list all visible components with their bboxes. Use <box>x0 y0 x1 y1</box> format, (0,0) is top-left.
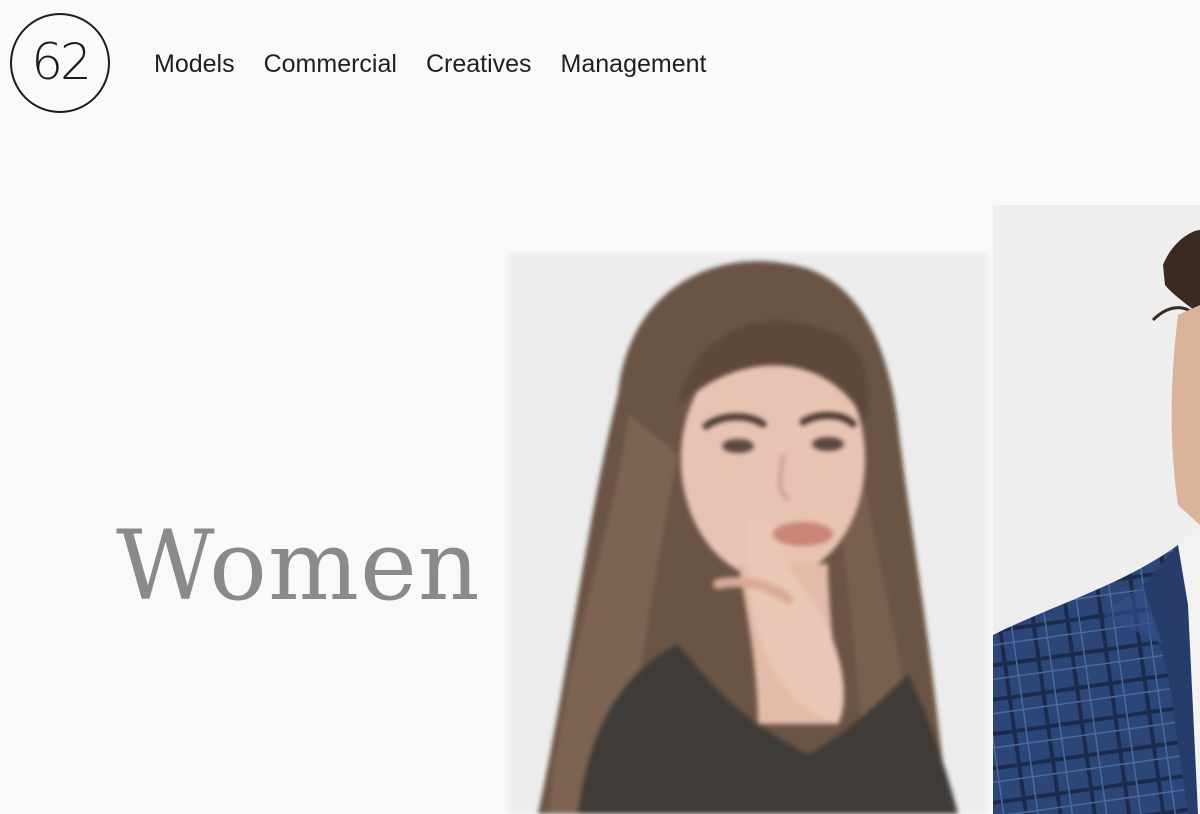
nav-item-commercial[interactable]: Commercial <box>264 46 397 82</box>
men-model-illustration <box>993 205 1200 814</box>
nav-item-management[interactable]: Management <box>561 46 707 82</box>
women-photo[interactable] <box>508 254 988 814</box>
logo-text: 62 <box>31 33 92 91</box>
men-photo[interactable] <box>993 205 1200 814</box>
logo[interactable]: 62 <box>10 13 110 113</box>
women-model-illustration <box>508 254 988 814</box>
hero-title: Women <box>116 510 481 622</box>
main-nav: Models Commercial Creatives Management <box>154 46 706 82</box>
nav-item-models[interactable]: Models <box>154 46 235 82</box>
nav-item-creatives[interactable]: Creatives <box>426 46 532 82</box>
